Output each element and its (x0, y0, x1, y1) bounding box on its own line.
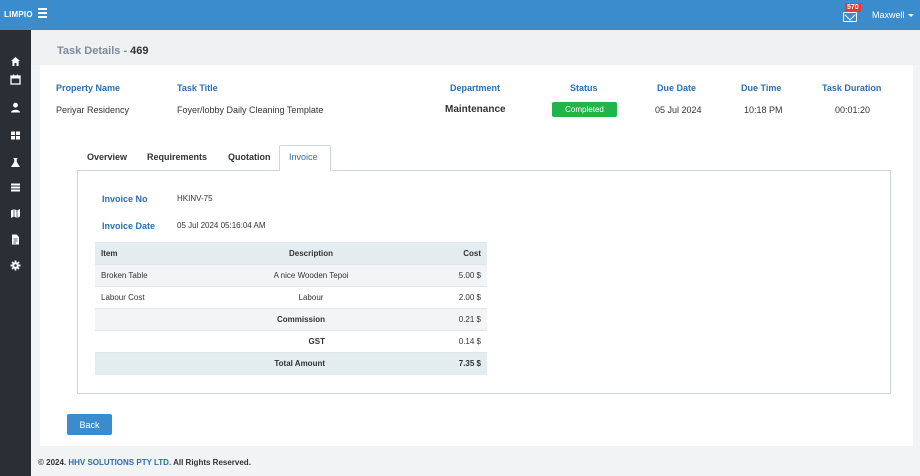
invoice-date-label: Invoice Date (102, 221, 156, 231)
back-button[interactable]: Back (67, 414, 112, 435)
footer-company-link[interactable]: HHV SOLUTIONS PTY LTD. (68, 458, 171, 467)
total-amount-label: Total Amount (205, 352, 417, 375)
table-row: Broken Table A nice Wooden Tepoi 5.00 $ (95, 264, 487, 287)
description-cell: Labour (205, 286, 417, 309)
invoice-no-label: Invoice No (102, 194, 148, 204)
commission-label: Commission (205, 308, 417, 331)
tab-overview[interactable]: Overview (87, 152, 127, 162)
invoice-table: Item Description Cost Broken Table A nic… (95, 242, 487, 375)
list-icon[interactable] (9, 182, 21, 194)
page-title: Task Details - 469 (57, 45, 149, 57)
user-menu[interactable]: Maxwell (872, 10, 914, 20)
empty-cell (95, 352, 205, 375)
header-property-name: Property Name (56, 83, 121, 93)
header-due-date: Due Date (657, 83, 697, 93)
calendar-icon[interactable] (9, 74, 21, 86)
settings-icon[interactable] (9, 260, 21, 272)
user-name: Maxwell (872, 10, 905, 20)
cost-cell: 5.00 $ (417, 264, 487, 287)
property-name: Periyar Residency (56, 105, 130, 115)
total-amount-value: 7.35 $ (417, 352, 487, 375)
footer-suffix: All Rights Reserved. (171, 458, 251, 467)
commission-value: 0.21 $ (417, 308, 487, 331)
status-badge: Completed (552, 102, 617, 117)
gst-label: GST (205, 330, 417, 353)
column-header-cost: Cost (417, 242, 487, 265)
tab-invoice[interactable]: Invoice (289, 152, 318, 162)
header-due-time: Due Time (741, 83, 782, 93)
empty-cell (95, 308, 205, 331)
due-time: 10:18 PM (744, 105, 783, 115)
footer: © 2024. HHV SOLUTIONS PTY LTD. All Right… (38, 458, 251, 467)
page-title-text: Task Details - (57, 45, 131, 57)
cost-cell: 2.00 $ (417, 286, 487, 309)
header-department: Department (450, 83, 501, 93)
map-icon[interactable] (9, 208, 21, 220)
table-row: Labour Cost Labour 2.00 $ (95, 286, 487, 309)
column-header-description: Description (205, 242, 417, 265)
page-header (31, 30, 920, 65)
top-navbar: LIMPIO 570 Maxwell (0, 0, 920, 30)
tab-requirements[interactable]: Requirements (147, 152, 207, 162)
tab-quotation[interactable]: Quotation (228, 152, 271, 162)
task-number: 469 (130, 45, 149, 57)
commission-row: Commission 0.21 $ (95, 308, 487, 331)
column-header-item: Item (95, 242, 205, 265)
header-task-duration: Task Duration (822, 83, 882, 93)
item-cell: Labour Cost (95, 286, 205, 309)
footer-prefix: © 2024. (38, 458, 69, 467)
sidebar (0, 30, 31, 476)
table-header-row: Item Description Cost (95, 242, 487, 265)
home-icon[interactable] (9, 56, 21, 68)
invoice-no-value: HKINV-75 (177, 194, 213, 203)
chevron-down-icon (907, 14, 914, 18)
total-row: Total Amount 7.35 $ (95, 352, 487, 375)
header-task-title: Task Title (177, 83, 218, 93)
due-date: 05 Jul 2024 (655, 105, 702, 115)
file-icon[interactable] (9, 234, 21, 246)
user-icon[interactable] (9, 102, 21, 114)
gst-row: GST 0.14 $ (95, 330, 487, 353)
item-cell: Broken Table (95, 264, 205, 287)
gst-value: 0.14 $ (417, 330, 487, 353)
notification-badge: 570 (845, 3, 861, 12)
menu-toggle-icon[interactable] (38, 8, 50, 20)
app-logo[interactable]: LIMPIO (4, 10, 33, 19)
description-cell: A nice Wooden Tepoi (205, 264, 417, 287)
task-title: Foyer/lobby Daily Cleaning Template (177, 105, 324, 115)
task-duration: 00:01:20 (835, 105, 871, 115)
invoice-date-value: 05 Jul 2024 05:16:04 AM (177, 221, 266, 230)
department: Maintenance (445, 104, 506, 115)
grid-icon[interactable] (9, 130, 21, 142)
empty-cell (95, 330, 205, 353)
header-status: Status (570, 83, 598, 93)
flask-icon[interactable] (9, 157, 21, 169)
